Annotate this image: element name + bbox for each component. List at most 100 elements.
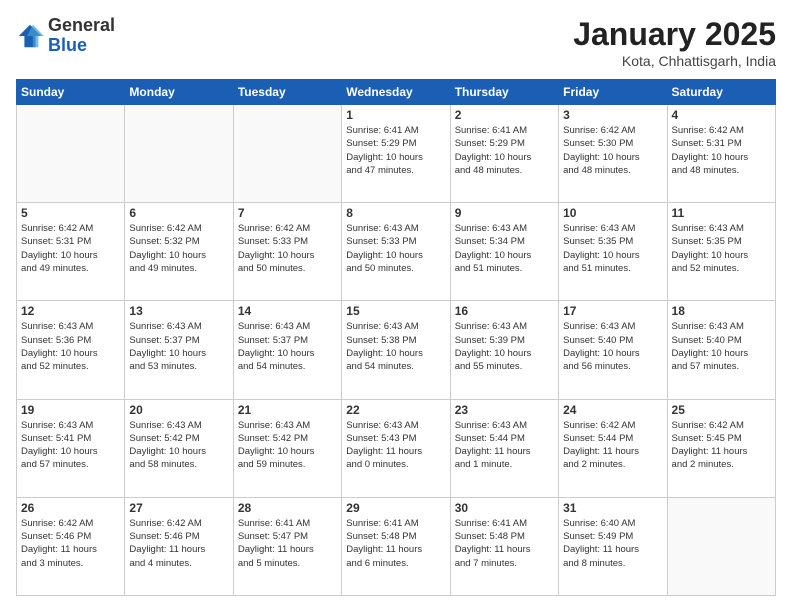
- week-row-4: 26 Sunrise: 6:42 AM Sunset: 5:46 PM Dayli…: [17, 497, 776, 595]
- day-number: 21: [238, 403, 337, 417]
- day-number: 30: [455, 501, 554, 515]
- logo-text: General Blue: [48, 16, 115, 56]
- day-number: 22: [346, 403, 445, 417]
- day-number: 9: [455, 206, 554, 220]
- day-info: Sunrise: 6:42 AM Sunset: 5:44 PM Dayligh…: [563, 419, 662, 472]
- day-info: Sunrise: 6:43 AM Sunset: 5:43 PM Dayligh…: [346, 419, 445, 472]
- day-header-thursday: Thursday: [450, 80, 558, 105]
- day-info: Sunrise: 6:43 AM Sunset: 5:44 PM Dayligh…: [455, 419, 554, 472]
- calendar-header-row: SundayMondayTuesdayWednesdayThursdayFrid…: [17, 80, 776, 105]
- day-info: Sunrise: 6:43 AM Sunset: 5:41 PM Dayligh…: [21, 419, 120, 472]
- day-info: Sunrise: 6:43 AM Sunset: 5:35 PM Dayligh…: [563, 222, 662, 275]
- day-number: 27: [129, 501, 228, 515]
- calendar-cell: 28Sunrise: 6:41 AM Sunset: 5:47 PM Dayli…: [233, 497, 341, 595]
- calendar-cell: 21 Sunrise: 6:43 AM Sunset: 5:42 PM Dayli…: [233, 399, 341, 497]
- day-info: Sunrise: 6:40 AM Sunset: 5:49 PM Dayligh…: [563, 517, 662, 570]
- day-number: 18: [672, 304, 771, 318]
- calendar-cell: 31 Sunrise: 6:40 AM Sunset: 5:49 PM Dayli…: [559, 497, 667, 595]
- calendar-cell: 23 Sunrise: 6:43 AM Sunset: 5:44 PM Dayli…: [450, 399, 558, 497]
- calendar-cell: 25 Sunrise: 6:42 AM Sunset: 5:45 PM Dayli…: [667, 399, 775, 497]
- calendar-cell: 5Sunrise: 6:42 AM Sunset: 5:31 PM Daylig…: [17, 203, 125, 301]
- day-header-sunday: Sunday: [17, 80, 125, 105]
- day-info: Sunrise: 6:43 AM Sunset: 5:40 PM Dayligh…: [563, 320, 662, 373]
- calendar-cell: 12 Sunrise: 6:43 AM Sunset: 5:36 PM Dayli…: [17, 301, 125, 399]
- day-info: Sunrise: 6:42 AM Sunset: 5:46 PM Dayligh…: [129, 517, 228, 570]
- week-row-0: 1 Sunrise: 6:41 AM Sunset: 5:29 PM Daylig…: [17, 105, 776, 203]
- day-number: 20: [129, 403, 228, 417]
- day-number: 13: [129, 304, 228, 318]
- day-number: 10: [563, 206, 662, 220]
- day-info: Sunrise: 6:43 AM Sunset: 5:34 PM Dayligh…: [455, 222, 554, 275]
- day-number: 24: [563, 403, 662, 417]
- day-info: Sunrise: 6:43 AM Sunset: 5:33 PM Dayligh…: [346, 222, 445, 275]
- calendar-cell: 30 Sunrise: 6:41 AM Sunset: 5:48 PM Dayli…: [450, 497, 558, 595]
- day-number: 11: [672, 206, 771, 220]
- calendar-cell: [667, 497, 775, 595]
- day-header-saturday: Saturday: [667, 80, 775, 105]
- day-number: 16: [455, 304, 554, 318]
- calendar-cell: 7 Sunrise: 6:42 AM Sunset: 5:33 PM Daylig…: [233, 203, 341, 301]
- month-title: January 2025: [573, 16, 776, 53]
- calendar-cell: 24 Sunrise: 6:42 AM Sunset: 5:44 PM Dayli…: [559, 399, 667, 497]
- logo-icon: [16, 22, 44, 50]
- day-info: Sunrise: 6:41 AM Sunset: 5:47 PM Dayligh…: [238, 517, 337, 570]
- calendar-cell: 18Sunrise: 6:43 AM Sunset: 5:40 PM Dayli…: [667, 301, 775, 399]
- calendar-cell: 1 Sunrise: 6:41 AM Sunset: 5:29 PM Daylig…: [342, 105, 450, 203]
- day-header-tuesday: Tuesday: [233, 80, 341, 105]
- calendar-cell: [125, 105, 233, 203]
- day-number: 4: [672, 108, 771, 122]
- title-block: January 2025 Kota, Chhattisgarh, India: [573, 16, 776, 69]
- day-number: 6: [129, 206, 228, 220]
- calendar-cell: [17, 105, 125, 203]
- day-number: 12: [21, 304, 120, 318]
- day-info: Sunrise: 6:43 AM Sunset: 5:37 PM Dayligh…: [129, 320, 228, 373]
- day-number: 26: [21, 501, 120, 515]
- day-number: 17: [563, 304, 662, 318]
- location: Kota, Chhattisgarh, India: [573, 53, 776, 69]
- day-number: 14: [238, 304, 337, 318]
- day-info: Sunrise: 6:42 AM Sunset: 5:32 PM Dayligh…: [129, 222, 228, 275]
- day-info: Sunrise: 6:43 AM Sunset: 5:35 PM Dayligh…: [672, 222, 771, 275]
- calendar-cell: 19 Sunrise: 6:43 AM Sunset: 5:41 PM Dayli…: [17, 399, 125, 497]
- day-info: Sunrise: 6:43 AM Sunset: 5:42 PM Dayligh…: [129, 419, 228, 472]
- day-info: Sunrise: 6:42 AM Sunset: 5:45 PM Dayligh…: [672, 419, 771, 472]
- day-info: Sunrise: 6:43 AM Sunset: 5:42 PM Dayligh…: [238, 419, 337, 472]
- calendar-cell: 17 Sunrise: 6:43 AM Sunset: 5:40 PM Dayli…: [559, 301, 667, 399]
- day-info: Sunrise: 6:41 AM Sunset: 5:48 PM Dayligh…: [455, 517, 554, 570]
- calendar-cell: 4Sunrise: 6:42 AM Sunset: 5:31 PM Daylig…: [667, 105, 775, 203]
- day-info: Sunrise: 6:43 AM Sunset: 5:37 PM Dayligh…: [238, 320, 337, 373]
- day-info: Sunrise: 6:43 AM Sunset: 5:36 PM Dayligh…: [21, 320, 120, 373]
- day-info: Sunrise: 6:43 AM Sunset: 5:38 PM Dayligh…: [346, 320, 445, 373]
- week-row-2: 12 Sunrise: 6:43 AM Sunset: 5:36 PM Dayli…: [17, 301, 776, 399]
- day-number: 25: [672, 403, 771, 417]
- calendar-cell: 27 Sunrise: 6:42 AM Sunset: 5:46 PM Dayli…: [125, 497, 233, 595]
- calendar-cell: 6 Sunrise: 6:42 AM Sunset: 5:32 PM Daylig…: [125, 203, 233, 301]
- day-number: 1: [346, 108, 445, 122]
- week-row-1: 5Sunrise: 6:42 AM Sunset: 5:31 PM Daylig…: [17, 203, 776, 301]
- day-info: Sunrise: 6:43 AM Sunset: 5:39 PM Dayligh…: [455, 320, 554, 373]
- day-number: 23: [455, 403, 554, 417]
- calendar-cell: 10 Sunrise: 6:43 AM Sunset: 5:35 PM Dayli…: [559, 203, 667, 301]
- calendar-cell: 11 Sunrise: 6:43 AM Sunset: 5:35 PM Dayli…: [667, 203, 775, 301]
- calendar: SundayMondayTuesdayWednesdayThursdayFrid…: [16, 79, 776, 596]
- calendar-cell: 8 Sunrise: 6:43 AM Sunset: 5:33 PM Daylig…: [342, 203, 450, 301]
- day-number: 29: [346, 501, 445, 515]
- calendar-cell: 13 Sunrise: 6:43 AM Sunset: 5:37 PM Dayli…: [125, 301, 233, 399]
- calendar-cell: 22 Sunrise: 6:43 AM Sunset: 5:43 PM Dayli…: [342, 399, 450, 497]
- day-info: Sunrise: 6:42 AM Sunset: 5:31 PM Dayligh…: [21, 222, 120, 275]
- day-info: Sunrise: 6:41 AM Sunset: 5:48 PM Dayligh…: [346, 517, 445, 570]
- day-header-monday: Monday: [125, 80, 233, 105]
- day-number: 31: [563, 501, 662, 515]
- calendar-cell: 15 Sunrise: 6:43 AM Sunset: 5:38 PM Dayli…: [342, 301, 450, 399]
- calendar-cell: 26Sunrise: 6:42 AM Sunset: 5:46 PM Dayli…: [17, 497, 125, 595]
- calendar-cell: 3Sunrise: 6:42 AM Sunset: 5:30 PM Daylig…: [559, 105, 667, 203]
- calendar-cell: 14 Sunrise: 6:43 AM Sunset: 5:37 PM Dayli…: [233, 301, 341, 399]
- day-info: Sunrise: 6:42 AM Sunset: 5:33 PM Dayligh…: [238, 222, 337, 275]
- day-number: 8: [346, 206, 445, 220]
- calendar-cell: 20 Sunrise: 6:43 AM Sunset: 5:42 PM Dayli…: [125, 399, 233, 497]
- day-info: Sunrise: 6:42 AM Sunset: 5:30 PM Dayligh…: [563, 124, 662, 177]
- day-number: 19: [21, 403, 120, 417]
- day-info: Sunrise: 6:41 AM Sunset: 5:29 PM Dayligh…: [346, 124, 445, 177]
- day-number: 15: [346, 304, 445, 318]
- day-number: 7: [238, 206, 337, 220]
